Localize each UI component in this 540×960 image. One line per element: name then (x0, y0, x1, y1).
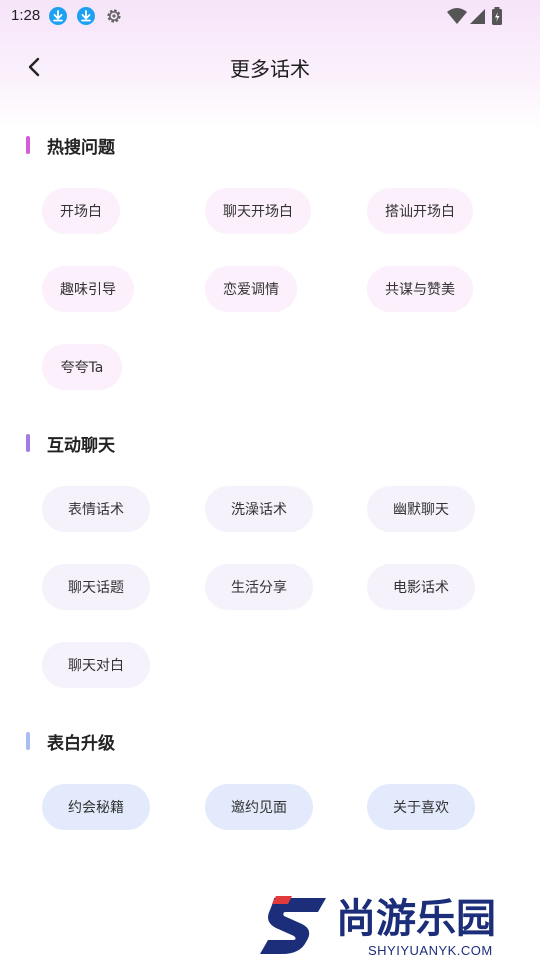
chip-about-liking[interactable]: 关于喜欢 (367, 784, 475, 830)
chip-pickup-opening-line[interactable]: 搭讪开场白 (367, 188, 473, 234)
chip-fun-guide[interactable]: 趣味引导 (42, 266, 134, 312)
chip-movie-talk[interactable]: 电影话术 (367, 564, 475, 610)
page-title: 更多话术 (230, 57, 310, 81)
section-title: 表白升级 (47, 733, 115, 754)
section-title: 互动聊天 (47, 435, 115, 456)
battery-icon (492, 7, 502, 25)
chip-invite-meet[interactable]: 邀约见面 (205, 784, 313, 830)
section-accent-bar (26, 732, 30, 750)
chip-life-sharing[interactable]: 生活分享 (205, 564, 313, 610)
svg-text:SHYIYUANYK.COM: SHYIYUANYK.COM (368, 943, 493, 958)
chip-chat-topics[interactable]: 聊天话题 (42, 564, 150, 610)
nav-bar: 更多话术 (0, 40, 540, 92)
section-accent-bar (26, 136, 30, 154)
section-accent-bar (26, 434, 30, 452)
gear-icon (107, 9, 121, 23)
chip-compliment[interactable]: 共谋与赞美 (367, 266, 473, 312)
chip-praise-ta[interactable]: 夸夸Ta (42, 344, 122, 390)
watermark-logo: 尚游乐园 SHYIYUANYK.COM (260, 896, 496, 958)
section-header: 互动聊天 (26, 431, 115, 456)
wifi-icon (447, 8, 467, 24)
download-icon (49, 7, 67, 25)
svg-text:尚游乐园: 尚游乐园 (336, 896, 496, 942)
chip-chat-opening-line[interactable]: 聊天开场白 (205, 188, 311, 234)
chip-love-flirt[interactable]: 恋爱调情 (205, 266, 297, 312)
chip-chat-dialogue[interactable]: 聊天对白 (42, 642, 150, 688)
section-header: 表白升级 (26, 729, 115, 754)
section-title: 热搜问题 (47, 137, 115, 158)
status-bar: 1:28 (0, 0, 540, 32)
chip-dating-tips[interactable]: 约会秘籍 (42, 784, 150, 830)
chip-emoji-talk[interactable]: 表情话术 (42, 486, 150, 532)
download-icon (77, 7, 95, 25)
signal-icon (470, 9, 485, 24)
section-header: 热搜问题 (26, 133, 115, 158)
chip-bath-talk[interactable]: 洗澡话术 (205, 486, 313, 532)
chip-humor-chat[interactable]: 幽默聊天 (367, 486, 475, 532)
status-time: 1:28 (11, 7, 41, 24)
chip-opening-line[interactable]: 开场白 (42, 188, 120, 234)
